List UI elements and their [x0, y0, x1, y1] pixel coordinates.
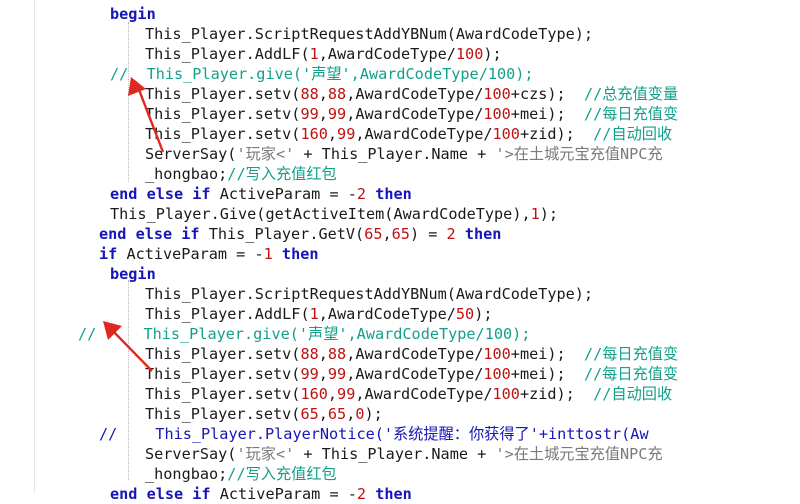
code-line: // This_Player.give('声望',AwardCodeType/1…	[110, 65, 534, 83]
code-line: end else if ActiveParam = -2 then	[110, 185, 412, 203]
code-line: begin	[110, 5, 156, 23]
code-line: This_Player.setv(99,99,AwardCodeType/100…	[145, 105, 679, 123]
indent-guide	[128, 22, 129, 182]
code-line: This_Player.setv(88,88,AwardCodeType/100…	[145, 85, 679, 103]
code-line: This_Player.setv(160,99,AwardCodeType/10…	[145, 385, 673, 403]
code-line: This_Player.ScriptRequestAddYBNum(AwardC…	[145, 25, 594, 43]
code-line: if ActiveParam = -1 then	[99, 245, 319, 263]
code-line: This_Player.Give(getActiveItem(AwardCode…	[110, 205, 559, 223]
code-editor[interactable]: begin This_Player.ScriptRequestAddYBNum(…	[35, 0, 800, 503]
code-line: ServerSay('玩家<' + This_Player.Name + '>在…	[145, 445, 663, 463]
code-line: ServerSay('玩家<' + This_Player.Name + '>在…	[145, 145, 663, 163]
code-line: _hongbao;//写入充值红包	[145, 165, 337, 183]
code-line: _hongbao;//写入充值红包	[145, 465, 337, 483]
code-line: //This_Player.PlayerNotice('系统提醒：你获得了'+i…	[99, 425, 649, 443]
code-line: This_Player.setv(160,99,AwardCodeType/10…	[145, 125, 673, 143]
code-line: end else if ActiveParam = -2 then	[110, 485, 412, 503]
code-line: This_Player.AddLF(1,AwardCodeType/50);	[145, 305, 493, 323]
code-line: This_Player.setv(88,88,AwardCodeType/100…	[145, 345, 679, 363]
indent-guide	[128, 280, 129, 480]
code-line: This_Player.setv(99,99,AwardCodeType/100…	[145, 365, 679, 383]
editor-gutter	[0, 0, 35, 493]
code-line: end else if This_Player.GetV(65,65) = 2 …	[99, 225, 502, 243]
code-line: This_Player.ScriptRequestAddYBNum(AwardC…	[145, 285, 594, 303]
code-line: This_Player.AddLF(1,AwardCodeType/100);	[145, 45, 502, 63]
code-line: begin	[110, 265, 156, 283]
code-line: // This_Player.give('声望',AwardCodeType/1…	[78, 325, 531, 343]
code-line: This_Player.setv(65,65,0);	[145, 405, 383, 423]
